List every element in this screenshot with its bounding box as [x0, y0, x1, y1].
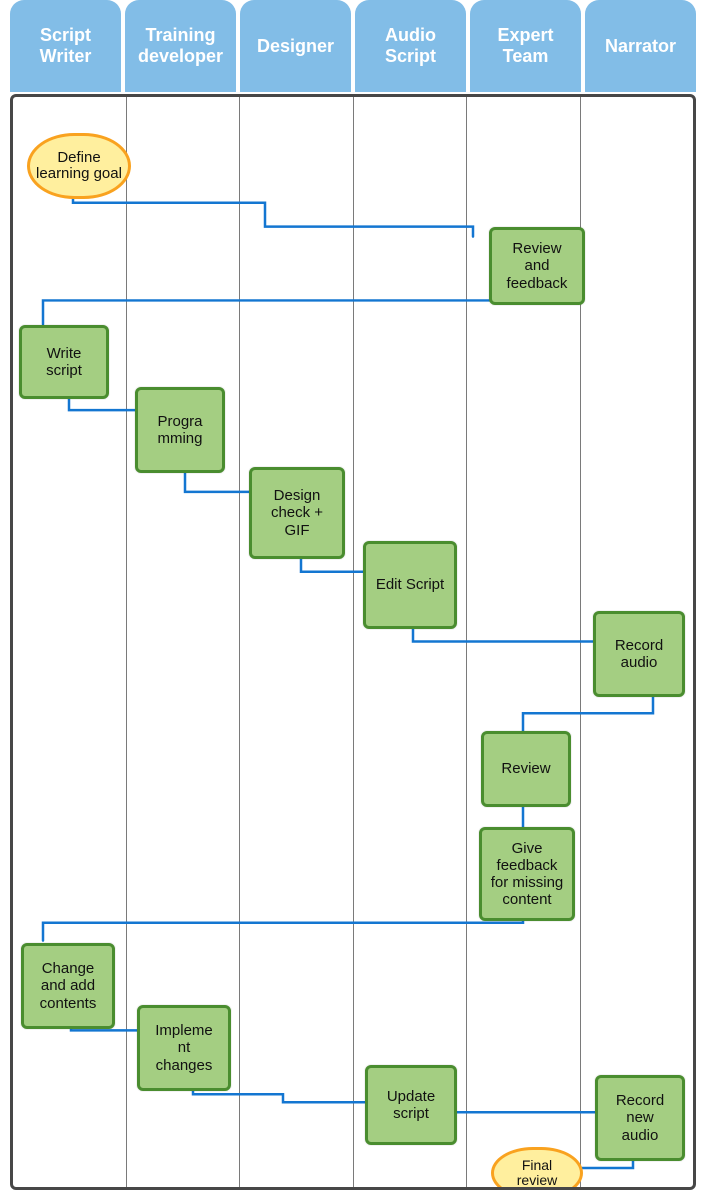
swimlane-diagram: Script Writer Training developer Designe… [0, 0, 706, 1200]
node-change-add-contents: Change and add contents [21, 943, 115, 1029]
node-review: Review [481, 731, 571, 807]
lane-head-expert-team: Expert Team [470, 0, 581, 92]
node-write-script: Write script [19, 325, 109, 399]
node-edit-script: Edit Script [363, 541, 457, 629]
node-implement-changes: Impleme nt changes [137, 1005, 231, 1091]
lane-header-row: Script Writer Training developer Designe… [10, 0, 696, 92]
lane-head-script-writer: Script Writer [10, 0, 121, 92]
node-define-learning-goal: Define learning goal [27, 133, 131, 199]
node-update-script: Update script [365, 1065, 457, 1145]
lane-head-narrator: Narrator [585, 0, 696, 92]
node-record-new-audio: Record new audio [595, 1075, 685, 1161]
node-review-and-feedback: Review and feedback [489, 227, 585, 305]
lane-head-designer: Designer [240, 0, 351, 92]
swimlane-body: Define learning goal Review and feedback… [10, 94, 696, 1190]
node-layer: Define learning goal Review and feedback… [13, 97, 693, 1187]
node-programming: Progra mming [135, 387, 225, 473]
lane-head-training-developer: Training developer [125, 0, 236, 92]
node-record-audio: Record audio [593, 611, 685, 697]
lane-head-audio-script: Audio Script [355, 0, 466, 92]
node-design-check-gif: Design check + GIF [249, 467, 345, 559]
node-final-review: Final review [491, 1147, 583, 1190]
node-give-feedback: Give feedback for missing content [479, 827, 575, 921]
